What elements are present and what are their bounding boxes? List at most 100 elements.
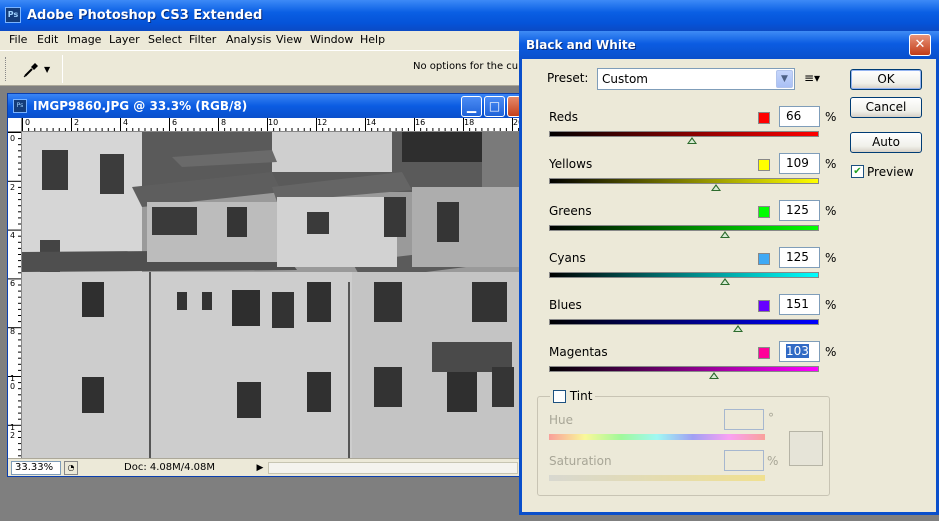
hue-input[interactable]: [724, 409, 764, 430]
channel-label: Blues: [549, 298, 582, 312]
image-canvas[interactable]: [22, 132, 522, 458]
menu-help[interactable]: Help: [360, 33, 385, 46]
preset-options-icon[interactable]: ≡▾: [804, 71, 820, 85]
preset-select[interactable]: Custom ▼: [597, 68, 795, 90]
minimize-button[interactable]: ▁: [461, 96, 482, 117]
document-info: Doc: 4.08M/4.08M: [124, 462, 216, 473]
dialog-close-button[interactable]: ✕: [909, 34, 931, 56]
ruler-h-label: 18: [464, 118, 475, 127]
ruler-v-label: 2: [10, 183, 16, 192]
channel-value-input[interactable]: 125: [779, 200, 820, 221]
options-text: No options for the curr: [413, 61, 527, 72]
channel-slider-track[interactable]: [549, 366, 819, 372]
document-title: IMGP9860.JPG @ 33.3% (RGB/8): [33, 99, 248, 113]
channel-slider-thumb[interactable]: [733, 325, 743, 332]
menu-window[interactable]: Window: [310, 33, 353, 46]
channel-value-input[interactable]: 151: [779, 294, 820, 315]
document-window: Ps IMGP9860.JPG @ 33.3% (RGB/8) ▁ □ 0 2 …: [7, 93, 523, 477]
channel-label: Greens: [549, 204, 592, 218]
tint-checkbox[interactable]: [553, 390, 566, 403]
channel-slider-thumb[interactable]: [719, 278, 730, 285]
options-separator: [62, 55, 63, 83]
channel-swatch: [758, 112, 770, 124]
channel-swatch: [758, 159, 770, 171]
channel-slider-thumb[interactable]: [687, 137, 698, 144]
saturation-gradient[interactable]: [549, 475, 765, 481]
ruler-h-label: 4: [123, 118, 129, 127]
menu-analysis[interactable]: Analysis: [226, 33, 271, 46]
saturation-label: Saturation: [549, 454, 612, 468]
channel-slider-track[interactable]: [549, 178, 819, 184]
channel-label: Magentas: [549, 345, 608, 359]
dialog-title-bar[interactable]: Black and White ✕: [519, 31, 939, 59]
channel-slider-track[interactable]: [549, 272, 819, 278]
cancel-button[interactable]: Cancel: [850, 97, 922, 118]
hue-gradient[interactable]: [549, 434, 765, 440]
ruler-v-label: 8: [10, 327, 16, 336]
ruler-corner[interactable]: [8, 118, 22, 132]
vertical-ruler[interactable]: 0 2 4 6 8 1 0 1 2: [8, 132, 22, 458]
preset-value: Custom: [602, 72, 648, 86]
percent-label: %: [825, 204, 837, 218]
channel-slider-thumb[interactable]: [719, 231, 730, 238]
building-photo: [22, 132, 522, 458]
channel-label: Cyans: [549, 251, 586, 265]
menu-image[interactable]: Image: [67, 33, 101, 46]
tool-preset-picker[interactable]: ▼: [14, 56, 54, 82]
dialog-title: Black and White: [526, 38, 636, 52]
ruler-h-label: 16: [415, 118, 426, 127]
tint-color-preview: [789, 431, 823, 466]
ok-button[interactable]: OK: [850, 69, 922, 90]
channel-slider-thumb[interactable]: [711, 184, 722, 191]
menu-file[interactable]: File: [9, 33, 27, 46]
menu-view[interactable]: View: [276, 33, 302, 46]
menu-edit[interactable]: Edit: [37, 33, 58, 46]
percent-label: %: [825, 157, 837, 171]
menu-select[interactable]: Select: [148, 33, 182, 46]
options-bar-grip[interactable]: [5, 57, 8, 81]
percent-label: %: [825, 110, 837, 124]
channel-label: Yellows: [549, 157, 593, 171]
app-title-bar: Ps Adobe Photoshop CS3 Extended: [0, 0, 939, 31]
preview-checkbox[interactable]: ✔: [851, 165, 864, 178]
ruler-h-label: 10: [268, 118, 279, 127]
black-and-white-dialog: Black and White ✕ Preset: Custom ▼ ≡▾ OK…: [519, 31, 939, 515]
ruler-v-label: 4: [10, 231, 16, 240]
menu-layer[interactable]: Layer: [109, 33, 140, 46]
saturation-unit: %: [767, 454, 779, 468]
auto-button[interactable]: Auto: [850, 132, 922, 153]
channel-reds: Reds 66 %: [522, 106, 842, 157]
channel-value-selected: 103: [786, 344, 809, 358]
ruler-h-label: 0: [25, 118, 31, 127]
channel-value-input[interactable]: 109: [779, 153, 820, 174]
status-menu-icon[interactable]: ◔: [64, 461, 78, 475]
horizontal-ruler[interactable]: 0 2 4 6 8 10 12 14 16 18 20: [22, 118, 522, 132]
channel-slider-track[interactable]: [549, 131, 819, 137]
horizontal-scrollbar[interactable]: [268, 462, 518, 474]
ruler-v-label: 1 0: [10, 374, 16, 391]
chevron-down-icon: ▼: [776, 70, 793, 88]
document-icon: Ps: [13, 99, 27, 113]
document-title-bar[interactable]: Ps IMGP9860.JPG @ 33.3% (RGB/8) ▁ □: [8, 94, 522, 118]
channel-value-input[interactable]: 103: [779, 341, 820, 362]
channel-cyans: Cyans 125 %: [522, 247, 842, 298]
tint-label: Tint: [569, 389, 593, 403]
percent-label: %: [825, 345, 837, 359]
maximize-button[interactable]: □: [484, 96, 505, 117]
channel-value-input[interactable]: 66: [779, 106, 820, 127]
channel-value-input[interactable]: 125: [779, 247, 820, 268]
document-status-bar: 33.33% ◔ Doc: 4.08M/4.08M ▶: [8, 458, 522, 476]
channel-slider-thumb[interactable]: [708, 372, 719, 379]
channel-swatch: [758, 253, 770, 265]
status-arrow-icon[interactable]: ▶: [254, 461, 266, 475]
menu-filter[interactable]: Filter: [189, 33, 216, 46]
channel-slider-track[interactable]: [549, 319, 819, 325]
preview-label: Preview: [867, 165, 914, 179]
chevron-down-icon: ▼: [44, 65, 51, 74]
ruler-h-label: 2: [74, 118, 80, 127]
channel-yellows: Yellows 109 %: [522, 153, 842, 204]
zoom-field[interactable]: 33.33%: [11, 461, 61, 475]
saturation-input[interactable]: [724, 450, 764, 471]
channel-slider-track[interactable]: [549, 225, 819, 231]
channel-swatch: [758, 347, 770, 359]
